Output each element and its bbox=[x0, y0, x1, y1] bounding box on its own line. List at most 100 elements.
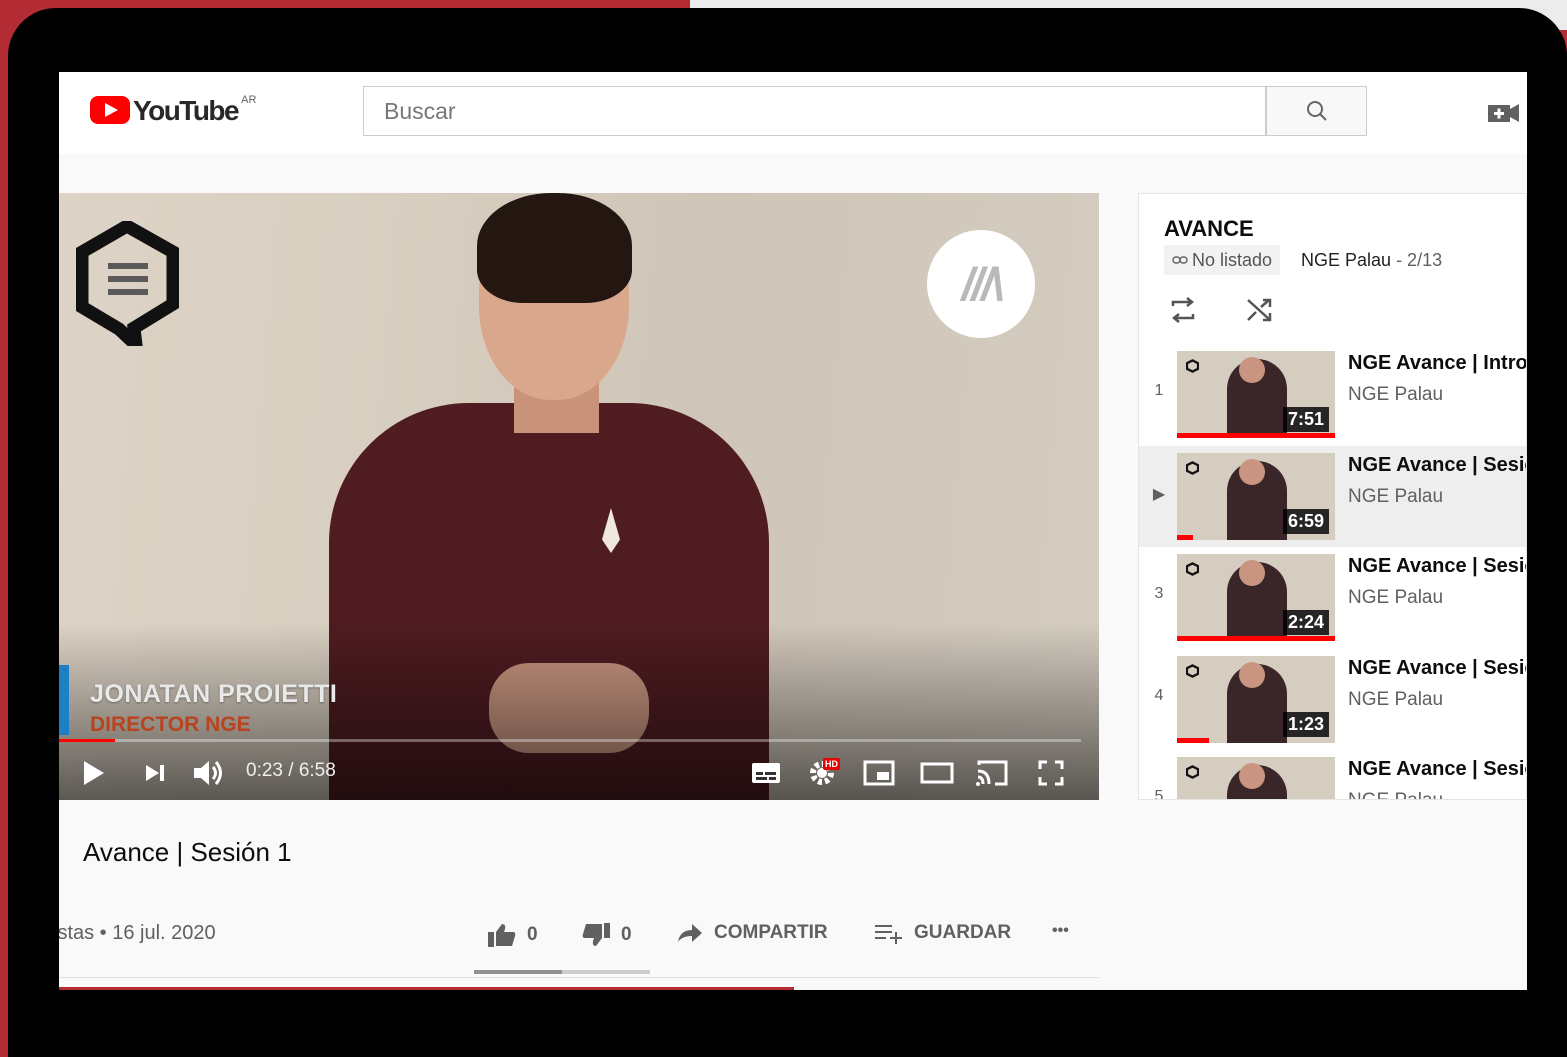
playlist-item[interactable]: ▶ 6:59 NGE Avance | Sesión 1 NGE Palau bbox=[1139, 445, 1526, 547]
time-display: 0:23 / 6:58 bbox=[246, 760, 336, 781]
playlist-item-thumbnail[interactable]: 7:51 bbox=[1177, 351, 1335, 438]
shuffle-icon[interactable] bbox=[1243, 294, 1275, 326]
theater-icon bbox=[920, 762, 954, 784]
masthead: YouTube AR Buscar bbox=[59, 72, 1527, 154]
loop-icon[interactable] bbox=[1167, 294, 1199, 326]
volume-icon bbox=[194, 761, 222, 785]
sentiment-fill bbox=[474, 970, 562, 974]
youtube-play-icon bbox=[90, 96, 130, 124]
theater-mode-button[interactable] bbox=[919, 755, 955, 791]
duration-badge: 1:23 bbox=[1282, 711, 1329, 737]
video-player[interactable]: ///\ JONATAN PROIETTI DIRECTOR NGE 0:23 … bbox=[59, 193, 1099, 800]
sentiment-bar bbox=[474, 970, 650, 974]
more-actions-button[interactable]: ••• bbox=[1052, 922, 1069, 940]
youtube-logo[interactable]: YouTube AR bbox=[90, 94, 257, 126]
logo-text: YouTube bbox=[133, 95, 240, 126]
thumbnail-face bbox=[1239, 661, 1265, 688]
next-icon bbox=[146, 765, 164, 781]
playlist-item-thumbnail[interactable]: 1:23 bbox=[1177, 655, 1335, 743]
cast-button[interactable] bbox=[973, 755, 1011, 791]
search-button[interactable] bbox=[1266, 86, 1367, 136]
visibility-label: No listado bbox=[1192, 249, 1273, 270]
lower-third-name: JONATAN PROIETTI bbox=[90, 680, 338, 708]
fullscreen-icon bbox=[1038, 760, 1064, 786]
playlist-item-index: ▶ bbox=[1152, 485, 1166, 503]
playlist-panel: AVANCE No listado NGE Palau - 2/13 1 7:51… bbox=[1138, 193, 1527, 800]
playlist-item-index: 5 bbox=[1154, 788, 1164, 800]
thumbnail-face bbox=[1239, 763, 1265, 789]
watched-progress bbox=[1177, 534, 1193, 540]
next-button[interactable] bbox=[139, 755, 171, 791]
playlist-item-title: NGE Avance | Sesión 2 bbox=[1348, 555, 1526, 577]
nge-logo-icon bbox=[1186, 562, 1199, 576]
nge-logo-icon bbox=[1186, 765, 1199, 779]
add-to-playlist-icon bbox=[875, 925, 902, 944]
unlisted-badge: No listado bbox=[1164, 245, 1281, 275]
thumbnail-face bbox=[1239, 560, 1265, 586]
playlist-item-title: NGE Avance | Sesión 3 bbox=[1348, 656, 1526, 679]
watched-progress bbox=[1177, 433, 1335, 438]
duration-badge: 2:24 bbox=[1282, 610, 1329, 635]
playlist-item[interactable]: 5 NGE Avance | Sesión 4 NGE Palau bbox=[1139, 750, 1526, 800]
progress-bar[interactable] bbox=[59, 739, 1081, 742]
decorative-red-line bbox=[59, 987, 794, 990]
playlist-owner[interactable]: NGE Palau bbox=[1301, 250, 1391, 270]
subtitles-button[interactable] bbox=[749, 755, 783, 791]
lower-third-title: DIRECTOR NGE bbox=[90, 713, 251, 736]
like-button[interactable]: 0 bbox=[487, 922, 538, 948]
playlist-item[interactable]: 4 1:23 NGE Avance | Sesión 3 NGE Palau bbox=[1139, 649, 1526, 750]
lower-third-accent bbox=[59, 665, 69, 735]
nge-logo-icon bbox=[76, 221, 179, 346]
nge-logo-icon bbox=[1186, 460, 1199, 475]
watched-progress bbox=[1177, 737, 1209, 743]
volume-button[interactable] bbox=[189, 755, 229, 791]
playlist-position: - 2/13 bbox=[1396, 250, 1443, 270]
playlist-item-channel: NGE Palau bbox=[1348, 790, 1443, 799]
play-icon bbox=[84, 761, 104, 785]
search-input[interactable]: Buscar bbox=[363, 86, 1266, 136]
save-label: GUARDAR bbox=[914, 922, 1012, 943]
create-video-icon[interactable] bbox=[1486, 99, 1521, 127]
playlist-item-channel: NGE Palau bbox=[1348, 384, 1444, 405]
divider bbox=[59, 977, 1099, 978]
share-icon bbox=[678, 924, 702, 942]
share-label: COMPARTIR bbox=[714, 922, 828, 943]
video-title: Avance | Sesión 1 bbox=[83, 837, 292, 867]
playlist-item-thumbnail[interactable]: 6:59 bbox=[1177, 452, 1335, 540]
playlist-owner-line: NGE Palau - 2/13 bbox=[1301, 250, 1442, 271]
share-button[interactable]: COMPARTIR bbox=[676, 922, 828, 944]
playlist-item-thumbnail[interactable]: 2:24 bbox=[1177, 554, 1335, 641]
nge-logo-icon bbox=[1186, 359, 1199, 373]
youtube-window: YouTube AR Buscar ///\ JONATAN PROIETTI … bbox=[59, 72, 1527, 990]
playlist-item[interactable]: 1 7:51 NGE Avance | Intro NGE Palau bbox=[1139, 344, 1527, 445]
link-icon bbox=[1172, 256, 1188, 264]
dislike-button[interactable]: 0 bbox=[581, 922, 632, 948]
playlist-item[interactable]: 3 2:24 NGE Avance | Sesión 2 NGE Palau bbox=[1139, 547, 1526, 648]
duration-badge: 6:59 bbox=[1282, 508, 1329, 534]
save-button[interactable]: GUARDAR bbox=[874, 922, 1011, 944]
thumbs-up-icon bbox=[488, 924, 516, 947]
playlist-item-index: 4 bbox=[1154, 686, 1164, 704]
miniplayer-icon bbox=[863, 760, 895, 786]
video-meta: istas • 16 jul. 2020 bbox=[59, 922, 216, 944]
search-icon bbox=[1306, 101, 1327, 121]
playlist-item-index: 3 bbox=[1154, 585, 1164, 602]
playlist-item-channel: NGE Palau bbox=[1348, 587, 1444, 608]
more-icon: ••• bbox=[1052, 922, 1069, 939]
country-code: AR bbox=[241, 94, 257, 106]
duration-badge: 7:51 bbox=[1282, 407, 1329, 432]
thumbnail-face bbox=[1239, 357, 1265, 383]
presenter-hair bbox=[477, 193, 632, 303]
playlist-item-thumbnail[interactable] bbox=[1177, 757, 1335, 799]
channel-watermark: ///\ bbox=[927, 230, 1035, 338]
miniplayer-button[interactable] bbox=[861, 755, 897, 791]
hd-badge: HD bbox=[823, 758, 840, 770]
play-button[interactable] bbox=[77, 755, 109, 791]
thumbs-down-icon bbox=[582, 923, 610, 946]
playlist-title[interactable]: AVANCE bbox=[1164, 216, 1254, 242]
fullscreen-button[interactable] bbox=[1033, 755, 1069, 791]
playlist-item-title: NGE Avance | Intro bbox=[1348, 352, 1527, 374]
watched-progress bbox=[1177, 636, 1335, 641]
cast-icon bbox=[976, 760, 1008, 786]
playlist-item-index: 1 bbox=[1154, 382, 1164, 399]
